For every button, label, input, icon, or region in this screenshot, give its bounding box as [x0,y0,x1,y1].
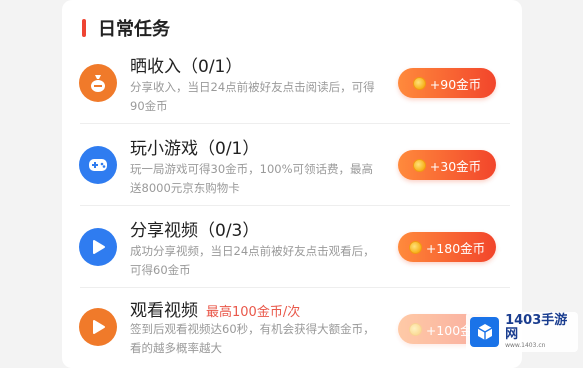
reward-label: +180金币 [425,240,486,256]
play-video-icon [79,308,117,346]
coin-icon [408,240,422,254]
task-item-mini-game: 玩小游戏（0/1） 玩一局游戏可得30金币，100%可领话费，最高送8000元京… [62,124,522,206]
watermark-name: 1403手游网 [505,313,568,342]
coin-icon [412,76,426,90]
watermark-url: www.1403.cn [505,342,546,349]
site-watermark: 1403手游网 www.1403.cn [466,312,578,352]
task-title: 晒收入（0/1） [130,52,242,77]
task-title: 玩小游戏（0/1） [130,134,259,159]
reward-label: +30金币 [429,158,482,174]
reward-button[interactable]: +180金币 [398,232,496,262]
task-title-text: 晒收入 [130,57,181,77]
task-title-text: 分享视频 [130,221,198,241]
section-header: 日常任务 [82,17,170,40]
coin-icon [412,158,426,172]
play-video-icon [79,228,117,266]
watermark-text: 1403手游网 www.1403.cn [505,314,578,350]
task-description: 玩一局游戏可得30金币，100%可领话费，最高送8000元京东购物卡 [130,162,374,195]
task-progress: （0/3） [198,221,260,241]
task-description: 分享收入，当日24点前被好友点击阅读后，可得90金币 [130,80,375,113]
coin-icon [408,322,422,336]
task-item-share-income: 晒收入（0/1） 分享收入，当日24点前被好友点击阅读后，可得90金币 +90金… [62,42,522,124]
task-description: 成功分享视频，当日24点前被好友点击观看后，可得60金币 [130,244,375,277]
task-item-watch-video: 观看视频 最高100金币/次 签到后观看视频达60秒，有机会获得大额金币，看的越多… [62,288,522,368]
task-progress: （0/1） [198,139,260,159]
gamepad-icon [79,146,117,184]
reward-button[interactable]: +90金币 [398,68,496,98]
task-hint: 最高100金币/次 [206,305,301,320]
task-progress: （0/1） [181,57,243,77]
reward-label: +90金币 [429,76,482,92]
money-bag-icon [79,64,117,102]
task-description: 签到后观看视频达60秒，有机会获得大额金币，看的越多概率越大 [130,322,375,355]
section-title: 日常任务 [98,19,170,40]
task-title-text: 观看视频 [130,301,198,321]
watermark-logo-icon [470,317,500,347]
daily-tasks-card: 日常任务 晒收入（0/1） 分享收入，当日24点前被好友点击阅读后，可得90金币… [62,0,522,368]
task-title-text: 玩小游戏 [130,139,198,159]
section-accent-bar [82,19,86,37]
task-title: 分享视频（0/3） [130,216,259,241]
task-title: 观看视频 最高100金币/次 [130,296,300,321]
task-item-share-video: 分享视频（0/3） 成功分享视频，当日24点前被好友点击观看后，可得60金币 +… [62,206,522,288]
reward-button[interactable]: +30金币 [398,150,496,180]
